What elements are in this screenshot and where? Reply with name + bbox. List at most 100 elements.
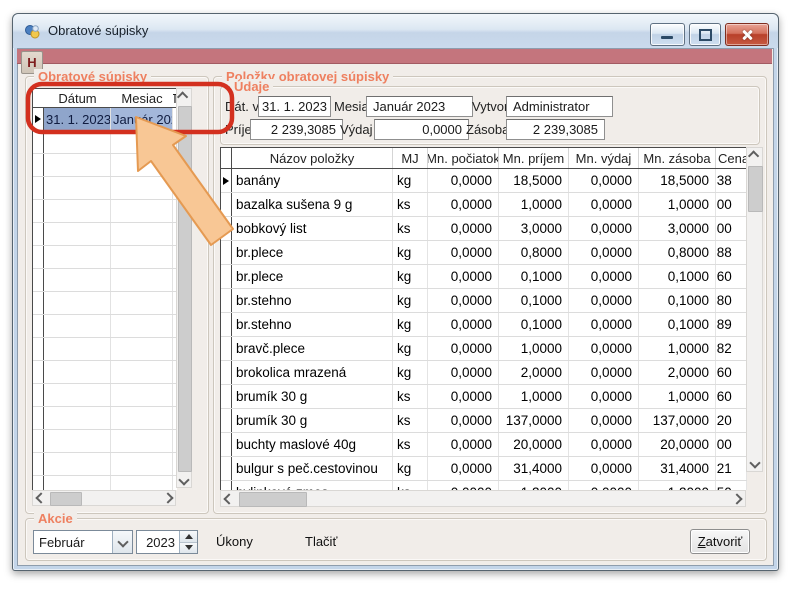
cell-cena[interactable]: ,38 (716, 169, 747, 192)
items-row[interactable]: brumík 30 gks0,0000137,00000,0000137,000… (221, 409, 747, 433)
cell-mj[interactable]: ks (393, 433, 428, 456)
cell-nazov[interactable]: bulgur s peč.cestovinou (232, 457, 393, 480)
items-row[interactable]: bobkový listks0,00003,00000,00003,0000,0… (221, 217, 747, 241)
mesiac-field[interactable]: Január 2023 (366, 96, 473, 117)
cell-zasoba[interactable]: 20,0000 (639, 433, 716, 456)
cell-zasoba[interactable]: 18,5000 (639, 169, 716, 192)
supisky-empty-row[interactable] (33, 407, 177, 430)
cell-cena[interactable]: ,80 (716, 289, 747, 312)
month-combobox[interactable]: Február (33, 530, 133, 554)
cell-nazov[interactable]: br.stehno (232, 289, 393, 312)
cell-zasoba[interactable]: 1,0000 (639, 193, 716, 216)
cell-prijem[interactable]: 0,8000 (499, 241, 569, 264)
cell-cena[interactable]: ,89 (716, 313, 747, 336)
cell-zasoba[interactable]: 3,0000 (639, 217, 716, 240)
cell-prijem[interactable]: 0,1000 (499, 313, 569, 336)
tlacit-menu[interactable]: Tlačiť (305, 534, 337, 549)
cell-nazov[interactable]: br.plece (232, 241, 393, 264)
items-row[interactable]: brumík 30 gks0,00001,00000,00001,0000,60 (221, 385, 747, 409)
cell-prijem[interactable]: 3,0000 (499, 217, 569, 240)
cell-mesiac[interactable]: Január 2023 (111, 108, 173, 130)
cell-mj[interactable]: ks (393, 193, 428, 216)
items-row[interactable]: banánykg0,000018,50000,000018,5000,38 (221, 169, 747, 193)
cell-cena[interactable]: ,60 (716, 265, 747, 288)
ukony-menu[interactable]: Úkony (216, 534, 253, 549)
cell-vydaj[interactable]: 0,0000 (569, 481, 639, 490)
cell-zasoba[interactable]: 1,0000 (639, 337, 716, 360)
items-hscrollbar[interactable] (220, 490, 746, 507)
cell-zasoba[interactable]: 0,1000 (639, 265, 716, 288)
cell-pociatok[interactable]: 0,0000 (428, 265, 499, 288)
cell-nazov[interactable]: bylinková zmes (232, 481, 393, 490)
maximize-button[interactable] (689, 23, 721, 46)
cell-vydaj[interactable]: 0,0000 (569, 313, 639, 336)
cell-pociatok[interactable]: 0,0000 (428, 385, 499, 408)
cell-prijem[interactable]: 31,4000 (499, 457, 569, 480)
cell-mj[interactable]: ks (393, 217, 428, 240)
spin-up-button[interactable] (180, 531, 197, 543)
cell-pociatok[interactable]: 0,0000 (428, 409, 499, 432)
items-row[interactable]: br.stehnokg0,00000,10000,00000,1000,89 (221, 313, 747, 337)
cell-pociatok[interactable]: 0,0000 (428, 433, 499, 456)
cell-prijem[interactable]: 1,0000 (499, 385, 569, 408)
cell-nazov[interactable]: bazalka sušena 9 g (232, 193, 393, 216)
cell-cena[interactable]: ,82 (716, 337, 747, 360)
scroll-right-button[interactable] (160, 491, 175, 505)
cell-mj[interactable]: kg (393, 169, 428, 192)
cell-vydaj[interactable]: 0,0000 (569, 457, 639, 480)
supisky-empty-row[interactable] (33, 269, 177, 292)
header-zasoba[interactable]: Mn. zásoba (639, 148, 716, 168)
header-datum[interactable]: Dátum (44, 89, 111, 107)
supisky-empty-row[interactable] (33, 292, 177, 315)
cell-zasoba[interactable]: 31,4000 (639, 457, 716, 480)
cell-cena[interactable]: ,88 (716, 241, 747, 264)
cell-prijem[interactable]: 1,2000 (499, 481, 569, 490)
cell-vydaj[interactable]: 0,0000 (569, 385, 639, 408)
supisky-empty-row[interactable] (33, 200, 177, 223)
cell-prijem[interactable]: 1,0000 (499, 193, 569, 216)
items-row[interactable]: bazalka sušena 9 gks0,00001,00000,00001,… (221, 193, 747, 217)
cell-pociatok[interactable]: 0,0000 (428, 457, 499, 480)
items-row[interactable]: bravč.plecekg0,00001,00000,00001,0000,82 (221, 337, 747, 361)
items-row[interactable]: br.stehnokg0,00000,10000,00000,1000,80 (221, 289, 747, 313)
cell-vydaj[interactable]: 0,0000 (569, 433, 639, 456)
cell-mj[interactable]: kg (393, 313, 428, 336)
items-row[interactable]: bylinková zmesks0,00001,20000,00001,2000… (221, 481, 747, 490)
supisky-empty-row[interactable] (33, 453, 177, 476)
month-combobox-dropdown[interactable] (112, 531, 132, 553)
cell-zasoba[interactable]: 0,8000 (639, 241, 716, 264)
scroll-down-button[interactable] (747, 455, 762, 471)
header-prijem[interactable]: Mn. príjem (499, 148, 569, 168)
cell-prijem[interactable]: 0,1000 (499, 289, 569, 312)
cell-prijem[interactable]: 0,1000 (499, 265, 569, 288)
header-mesiac[interactable]: Mesiac (111, 89, 173, 107)
cell-pociatok[interactable]: 0,0000 (428, 289, 499, 312)
minimize-button[interactable] (650, 23, 685, 46)
supisky-table-header[interactable]: Dátum Mesiac T (33, 88, 177, 108)
cell-pociatok[interactable]: 0,0000 (428, 241, 499, 264)
supisky-empty-row[interactable] (33, 315, 177, 338)
title-bar[interactable]: Obratové súpisky (13, 14, 778, 48)
supisky-empty-row[interactable] (33, 338, 177, 361)
items-row[interactable]: br.plecekg0,00000,10000,00000,1000,60 (221, 265, 747, 289)
cell-vydaj[interactable]: 0,0000 (569, 265, 639, 288)
items-row[interactable]: buchty maslové 40gks0,000020,00000,00002… (221, 433, 747, 457)
cell-nazov[interactable]: bobkový list (232, 217, 393, 240)
cell-mj[interactable]: kg (393, 289, 428, 312)
cell-nazov[interactable]: brumík 30 g (232, 409, 393, 432)
scroll-left-button[interactable] (33, 491, 48, 505)
header-pociatok[interactable]: Mn. počiatok (428, 148, 499, 168)
vscroll-thumb[interactable] (178, 106, 192, 472)
supisky-empty-row[interactable] (33, 430, 177, 453)
cell-vydaj[interactable]: 0,0000 (569, 169, 639, 192)
cell-pociatok[interactable]: 0,0000 (428, 217, 499, 240)
cell-cena[interactable]: ,20 (716, 409, 747, 432)
cell-pociatok[interactable]: 0,0000 (428, 337, 499, 360)
cell-mj[interactable]: kg (393, 265, 428, 288)
header-nazov[interactable]: Názov položky (232, 148, 393, 168)
cell-vydaj[interactable]: 0,0000 (569, 409, 639, 432)
vscroll-thumb[interactable] (748, 166, 763, 212)
supisky-empty-row[interactable] (33, 131, 177, 154)
supisky-empty-row[interactable] (33, 384, 177, 407)
cell-prijem[interactable]: 137,0000 (499, 409, 569, 432)
